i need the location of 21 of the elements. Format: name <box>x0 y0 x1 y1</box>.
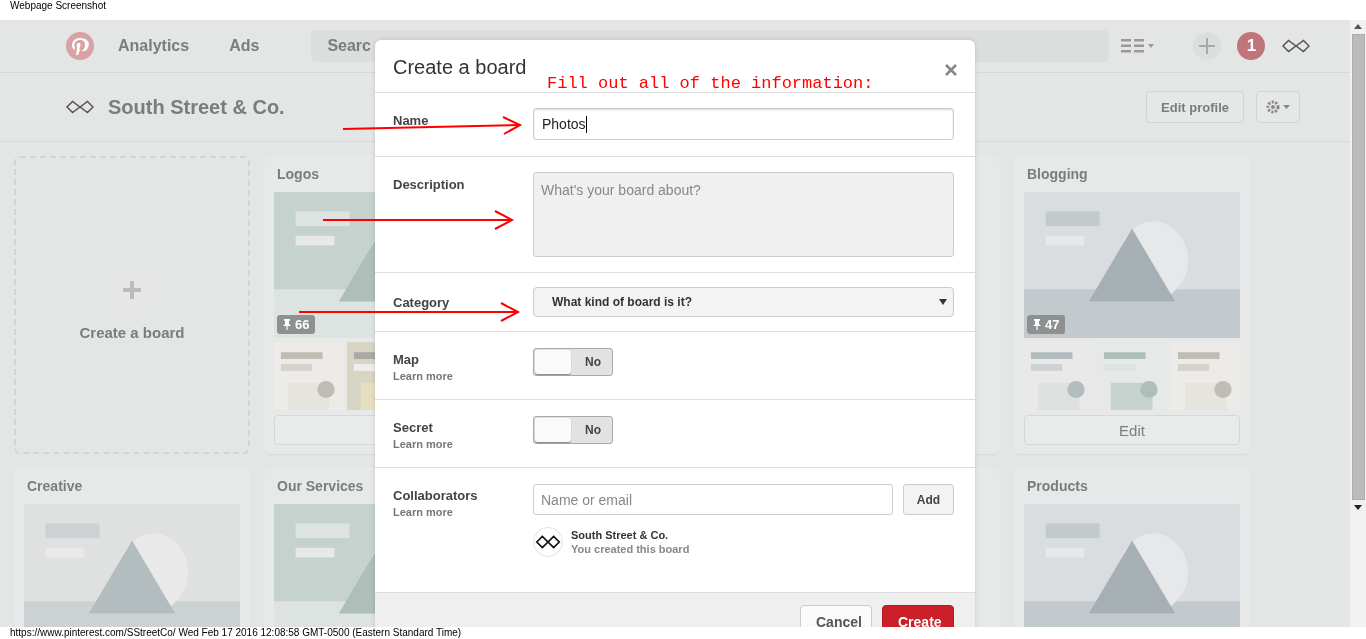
annotation-text: Fill out all of the information: <box>547 74 874 93</box>
pin-count-label: 47 <box>1045 317 1060 332</box>
field-label: Secret <box>393 420 434 435</box>
field-label: Description <box>393 177 466 192</box>
field-label: Name <box>393 113 430 128</box>
board-title: Our Services <box>277 478 364 494</box>
create-board-label: Create a board <box>79 323 185 341</box>
field-label: Map <box>393 352 420 367</box>
window-title: Webpage Screenshot <box>10 0 106 11</box>
pin-count-label: 66 <box>295 317 310 332</box>
dialog-title: Create a board <box>393 56 527 79</box>
board-title: Products <box>1027 478 1088 494</box>
profile-name: South Street & Co. <box>108 95 285 119</box>
board-title: Creative <box>27 478 83 494</box>
status-bar-text: https://www.pinterest.com/SStreetCo/ Wed Feb 17 2016 12:08:58 GMT-0500 (Eastern Standard Time) <box>10 627 462 638</box>
board-title: Blogging <box>1027 166 1088 182</box>
owner-name: South Street & Co. <box>571 529 670 541</box>
field-label: Collaborators <box>393 488 479 503</box>
board-title: Logos <box>277 166 319 182</box>
owner-note: You created this board <box>571 543 690 555</box>
field-label: Category <box>393 294 451 310</box>
